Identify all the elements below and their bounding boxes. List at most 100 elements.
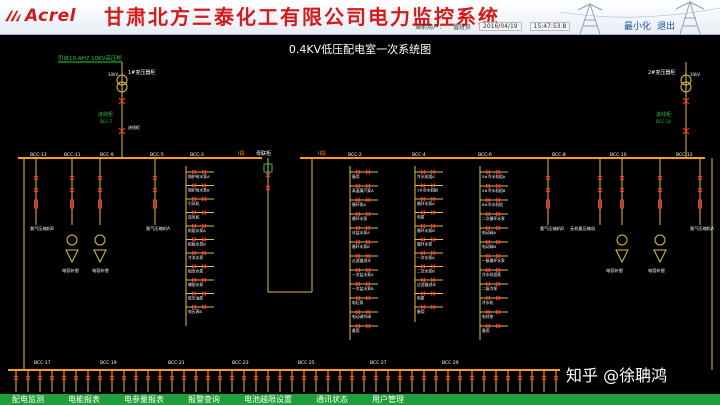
branch-label: 高温凝汽泵A <box>352 188 374 193</box>
branch-label: 低压油泵 <box>188 296 203 301</box>
branch-label: 过滤器进水 <box>352 258 371 263</box>
tab-3[interactable]: 电参量报表 <box>112 394 176 405</box>
branch-label: 备用 <box>417 309 425 314</box>
transformer-right-label: 2#变压器柜 <box>648 69 675 76</box>
right-load-label: 无机氯压缩机 <box>570 225 596 232</box>
left-load-label: 氯气压缩机A <box>146 225 170 232</box>
incoming-right-label: 进线柜 <box>656 111 671 118</box>
single-line-diagram: BCC-13BCC-11BCC-9BCC-5BCC-3BCC-2BCC-4BCC… <box>0 35 720 393</box>
branch-label: 循环水泵 <box>352 216 367 221</box>
incoming-left-label: 进线柜 <box>98 111 113 118</box>
bottom-cabinet-label: BCC-21 <box>168 360 185 366</box>
branch-label: 送风机 <box>188 215 200 220</box>
branch-label: 机组水泵B <box>188 242 206 247</box>
exit-button[interactable]: 退出 <box>657 19 675 32</box>
branch-label: 电动阀B <box>482 244 496 249</box>
branch-label: 循环水泵 <box>417 242 432 247</box>
source-left-label: 引自10-AH7 10KV高压柜 <box>58 54 122 62</box>
bottom-cabinet-label: BCC-25 <box>298 360 315 366</box>
branch-label: 引风机 <box>188 201 200 206</box>
tab-7[interactable]: 用户管理 <box>360 394 416 405</box>
branch-label: 化盐水泵A <box>352 230 370 235</box>
incoming-right-code: BCC-14 <box>656 119 671 124</box>
branch-label: 锅炉给水泵A <box>188 174 210 179</box>
bottom-tab-bar: 配电监测电能报表电参量报表报警查询电池越限设置通讯状态用户管理 <box>0 394 720 405</box>
diagram-labels: 引自10-AH7 10KV高压柜 10kV 1#变压器柜 进线柜 BCC-7 进… <box>58 54 700 157</box>
right-load-label: 电容补偿 <box>606 267 623 274</box>
top-cabinet-label: BCC-13 <box>30 152 47 158</box>
diagram-elements: BCC-13BCC-11BCC-9BCC-5BCC-3BCC-2BCC-4BCC… <box>14 152 714 392</box>
branch-label: 二次水泵B <box>417 269 435 274</box>
branch-label: 辅助水泵 <box>188 282 203 287</box>
branch-label: 一次水泵A <box>417 255 435 260</box>
app-header: Acrel 甘肃北方三泰化工有限公司电力监控系统 当前用户： 值班员 2016/… <box>0 0 720 35</box>
branch-label: 冷水机 <box>482 300 494 305</box>
capacitor-icon <box>66 250 78 262</box>
bus-section-2: II段 <box>318 150 326 157</box>
branch-label: 循环泵A <box>352 202 366 207</box>
branch-label: 过滤器进水 <box>417 282 436 287</box>
left-load-label: 氯气压缩机B <box>30 225 54 232</box>
acrel-logo: Acrel <box>4 5 76 27</box>
transformer-left-label: 1#变压器柜 <box>128 69 155 76</box>
branch-label: 循环水泵B <box>352 244 370 249</box>
branch-label: 5#冷水机组B <box>482 188 506 193</box>
branch-label: 机组水泵A <box>188 228 206 233</box>
tab-5[interactable]: 电池越限设置 <box>232 394 304 405</box>
branch-label: 备用 <box>482 328 490 333</box>
tab-4[interactable]: 报警查询 <box>176 394 232 405</box>
branch-label: 循环水泵A <box>417 201 435 206</box>
branch-label: 电泵 <box>417 296 425 301</box>
bottom-cabinet-label: BCC-17 <box>34 360 51 366</box>
incoming-left-switch: 进线柜 <box>128 124 140 130</box>
top-cabinet-label: BCC-4 <box>412 152 426 158</box>
right-load-label: 电容补偿 <box>648 267 665 274</box>
top-cabinet-label: BCC-3 <box>190 152 204 158</box>
logo-text: Acrel <box>25 6 76 26</box>
capacitor-icon <box>67 235 77 245</box>
kv-left-label: 10kV <box>108 72 118 77</box>
tab-1[interactable]: 配电监测 <box>0 394 56 405</box>
branch-label: 6#冷水机组 <box>482 202 503 207</box>
capacitor-icon <box>616 250 628 262</box>
branch-label: 冷水机组泵 <box>482 272 501 277</box>
time-display: 15:47:53.8 <box>530 22 571 31</box>
capacitor-icon <box>94 250 106 262</box>
status-info: 当前用户： 值班员 2016/04/19 15:47:53.8 <box>415 22 570 31</box>
top-cabinet-label: BCC-6 <box>478 152 492 158</box>
branch-label: 电压表B <box>188 309 202 314</box>
tab-6[interactable]: 通讯状态 <box>304 394 360 405</box>
branch-label: 冷水机组A <box>417 174 435 179</box>
bus-section-1: I段 <box>238 150 244 157</box>
window-buttons: 最小化 退出 <box>624 19 675 32</box>
branch-label: 1#冷水机组 <box>417 188 438 193</box>
left-load-label: 电容补偿 <box>92 267 109 274</box>
top-cabinet-label: BCC-12 <box>676 152 693 158</box>
branch-label: 电动调节阀 <box>352 314 371 319</box>
branch-label: 电伴热 <box>482 314 494 319</box>
top-cabinet-label: BCC-2 <box>348 152 362 158</box>
branch-label: 备用 <box>352 174 360 179</box>
right-load-label: 氯气压缩机A <box>690 225 714 232</box>
bottom-cabinet-label: BCC-29 <box>442 360 459 366</box>
branch-label: 二级冷泵 <box>482 286 497 291</box>
top-cabinet-label: BCC-9 <box>100 152 114 158</box>
bottom-cabinet-label: BCC-23 <box>232 360 249 366</box>
date-display: 2016/04/19 <box>479 22 522 31</box>
logo-mark-icon <box>4 9 22 23</box>
capacitor-icon <box>617 235 627 245</box>
branch-label: 一级循环水泵 <box>482 258 505 263</box>
branch-label: 电动阀A <box>482 230 496 235</box>
branch-label: 二次循环水泵 <box>482 216 505 221</box>
branch-label: 组合水泵 <box>188 269 203 274</box>
branch-label: 锅炉给水泵B <box>188 188 210 193</box>
minimize-button[interactable]: 最小化 <box>624 19 651 32</box>
branch-label: 循环水泵B <box>417 228 435 233</box>
branch-label: 一次盐水泵A <box>352 272 374 277</box>
top-cabinet-label: BCC-5 <box>150 152 164 158</box>
incoming-left-code: BCC-7 <box>100 119 113 124</box>
bottom-cabinet-label: BCC-27 <box>370 360 387 366</box>
bus-tie-label: 母联柜 <box>256 150 271 157</box>
capacitor-icon <box>95 235 105 245</box>
tab-2[interactable]: 电能报表 <box>56 394 112 405</box>
